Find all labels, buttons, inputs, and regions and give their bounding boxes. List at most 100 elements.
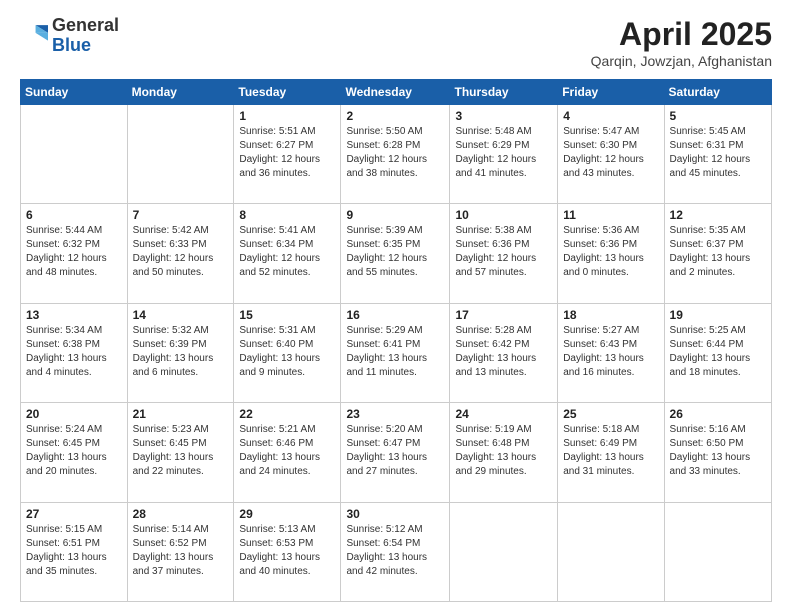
day-info: Sunrise: 5:35 AM Sunset: 6:37 PM Dayligh… xyxy=(670,224,766,280)
day-number: 27 xyxy=(26,507,122,521)
day-number: 30 xyxy=(346,507,444,521)
calendar-cell: 8 Sunrise: 5:41 AM Sunset: 6:34 PM Daylig… xyxy=(234,204,341,303)
calendar-cell: 3 Sunrise: 5:48 AM Sunset: 6:29 PM Daylig… xyxy=(450,105,558,204)
calendar-cell: 7 Sunrise: 5:42 AM Sunset: 6:33 PM Daylig… xyxy=(127,204,234,303)
day-info: Sunrise: 5:19 AM Sunset: 6:48 PM Dayligh… xyxy=(455,423,552,479)
page: General Blue April 2025 Qarqin, Jowzjan,… xyxy=(0,0,792,612)
calendar-cell xyxy=(21,105,128,204)
calendar-cell: 21 Sunrise: 5:23 AM Sunset: 6:45 PM Dayli… xyxy=(127,403,234,502)
day-info: Sunrise: 5:42 AM Sunset: 6:33 PM Dayligh… xyxy=(133,224,229,280)
day-info: Sunrise: 5:41 AM Sunset: 6:34 PM Dayligh… xyxy=(239,224,335,280)
day-info: Sunrise: 5:23 AM Sunset: 6:45 PM Dayligh… xyxy=(133,423,229,479)
day-info: Sunrise: 5:39 AM Sunset: 6:35 PM Dayligh… xyxy=(346,224,444,280)
day-info: Sunrise: 5:34 AM Sunset: 6:38 PM Dayligh… xyxy=(26,324,122,380)
calendar-cell: 12 Sunrise: 5:35 AM Sunset: 6:37 PM Dayli… xyxy=(664,204,771,303)
day-number: 2 xyxy=(346,109,444,123)
subtitle: Qarqin, Jowzjan, Afghanistan xyxy=(591,53,772,69)
day-number: 29 xyxy=(239,507,335,521)
day-info: Sunrise: 5:45 AM Sunset: 6:31 PM Dayligh… xyxy=(670,125,766,181)
calendar-cell: 19 Sunrise: 5:25 AM Sunset: 6:44 PM Dayli… xyxy=(664,303,771,402)
calendar-cell: 13 Sunrise: 5:34 AM Sunset: 6:38 PM Dayli… xyxy=(21,303,128,402)
day-info: Sunrise: 5:21 AM Sunset: 6:46 PM Dayligh… xyxy=(239,423,335,479)
day-number: 10 xyxy=(455,208,552,222)
calendar-week-row: 1 Sunrise: 5:51 AM Sunset: 6:27 PM Daylig… xyxy=(21,105,772,204)
day-info: Sunrise: 5:51 AM Sunset: 6:27 PM Dayligh… xyxy=(239,125,335,181)
day-number: 5 xyxy=(670,109,766,123)
day-info: Sunrise: 5:14 AM Sunset: 6:52 PM Dayligh… xyxy=(133,523,229,579)
day-number: 12 xyxy=(670,208,766,222)
calendar-cell: 20 Sunrise: 5:24 AM Sunset: 6:45 PM Dayli… xyxy=(21,403,128,502)
calendar-cell: 25 Sunrise: 5:18 AM Sunset: 6:49 PM Dayli… xyxy=(558,403,664,502)
day-number: 17 xyxy=(455,308,552,322)
day-info: Sunrise: 5:24 AM Sunset: 6:45 PM Dayligh… xyxy=(26,423,122,479)
calendar-cell xyxy=(558,502,664,601)
calendar-cell: 10Sunrise: 5:38 AM Sunset: 6:36 PM Dayli… xyxy=(450,204,558,303)
day-number: 22 xyxy=(239,407,335,421)
calendar-week-row: 6 Sunrise: 5:44 AM Sunset: 6:32 PM Daylig… xyxy=(21,204,772,303)
calendar-cell xyxy=(127,105,234,204)
calendar-table: SundayMondayTuesdayWednesdayThursdayFrid… xyxy=(20,79,772,602)
calendar-cell: 27 Sunrise: 5:15 AM Sunset: 6:51 PM Dayli… xyxy=(21,502,128,601)
day-info: Sunrise: 5:18 AM Sunset: 6:49 PM Dayligh… xyxy=(563,423,658,479)
day-number: 1 xyxy=(239,109,335,123)
calendar-cell: 16Sunrise: 5:29 AM Sunset: 6:41 PM Dayli… xyxy=(341,303,450,402)
day-info: Sunrise: 5:15 AM Sunset: 6:51 PM Dayligh… xyxy=(26,523,122,579)
calendar-week-row: 13 Sunrise: 5:34 AM Sunset: 6:38 PM Dayli… xyxy=(21,303,772,402)
day-number: 23 xyxy=(346,407,444,421)
calendar-header-friday: Friday xyxy=(558,80,664,105)
day-info: Sunrise: 5:32 AM Sunset: 6:39 PM Dayligh… xyxy=(133,324,229,380)
title-block: April 2025 Qarqin, Jowzjan, Afghanistan xyxy=(591,16,772,69)
day-number: 13 xyxy=(26,308,122,322)
calendar-cell: 26 Sunrise: 5:16 AM Sunset: 6:50 PM Dayli… xyxy=(664,403,771,502)
calendar-cell xyxy=(664,502,771,601)
calendar-week-row: 27 Sunrise: 5:15 AM Sunset: 6:51 PM Dayli… xyxy=(21,502,772,601)
calendar-header-sunday: Sunday xyxy=(21,80,128,105)
calendar-header-wednesday: Wednesday xyxy=(341,80,450,105)
day-info: Sunrise: 5:31 AM Sunset: 6:40 PM Dayligh… xyxy=(239,324,335,380)
header: General Blue April 2025 Qarqin, Jowzjan,… xyxy=(20,16,772,69)
logo: General Blue xyxy=(20,16,119,56)
day-number: 6 xyxy=(26,208,122,222)
calendar-header-saturday: Saturday xyxy=(664,80,771,105)
day-info: Sunrise: 5:44 AM Sunset: 6:32 PM Dayligh… xyxy=(26,224,122,280)
day-number: 19 xyxy=(670,308,766,322)
day-number: 20 xyxy=(26,407,122,421)
calendar-cell: 4 Sunrise: 5:47 AM Sunset: 6:30 PM Daylig… xyxy=(558,105,664,204)
day-number: 3 xyxy=(455,109,552,123)
calendar-cell: 22 Sunrise: 5:21 AM Sunset: 6:46 PM Dayli… xyxy=(234,403,341,502)
main-title: April 2025 xyxy=(591,16,772,53)
day-info: Sunrise: 5:20 AM Sunset: 6:47 PM Dayligh… xyxy=(346,423,444,479)
day-number: 25 xyxy=(563,407,658,421)
calendar-cell: 5 Sunrise: 5:45 AM Sunset: 6:31 PM Daylig… xyxy=(664,105,771,204)
day-number: 14 xyxy=(133,308,229,322)
day-info: Sunrise: 5:36 AM Sunset: 6:36 PM Dayligh… xyxy=(563,224,658,280)
day-number: 26 xyxy=(670,407,766,421)
calendar-cell: 28 Sunrise: 5:14 AM Sunset: 6:52 PM Dayli… xyxy=(127,502,234,601)
calendar-cell: 11 Sunrise: 5:36 AM Sunset: 6:36 PM Dayli… xyxy=(558,204,664,303)
logo-text: General Blue xyxy=(52,16,119,56)
day-number: 28 xyxy=(133,507,229,521)
day-number: 7 xyxy=(133,208,229,222)
day-info: Sunrise: 5:12 AM Sunset: 6:54 PM Dayligh… xyxy=(346,523,444,579)
calendar-cell: 30 Sunrise: 5:12 AM Sunset: 6:54 PM Dayli… xyxy=(341,502,450,601)
day-number: 24 xyxy=(455,407,552,421)
day-info: Sunrise: 5:25 AM Sunset: 6:44 PM Dayligh… xyxy=(670,324,766,380)
calendar-header-tuesday: Tuesday xyxy=(234,80,341,105)
day-number: 11 xyxy=(563,208,658,222)
day-number: 4 xyxy=(563,109,658,123)
day-info: Sunrise: 5:47 AM Sunset: 6:30 PM Dayligh… xyxy=(563,125,658,181)
day-number: 21 xyxy=(133,407,229,421)
calendar-cell: 6 Sunrise: 5:44 AM Sunset: 6:32 PM Daylig… xyxy=(21,204,128,303)
calendar-cell: 17Sunrise: 5:28 AM Sunset: 6:42 PM Dayli… xyxy=(450,303,558,402)
day-number: 8 xyxy=(239,208,335,222)
calendar-week-row: 20 Sunrise: 5:24 AM Sunset: 6:45 PM Dayli… xyxy=(21,403,772,502)
day-info: Sunrise: 5:16 AM Sunset: 6:50 PM Dayligh… xyxy=(670,423,766,479)
calendar-header-row: SundayMondayTuesdayWednesdayThursdayFrid… xyxy=(21,80,772,105)
logo-icon xyxy=(20,22,48,50)
calendar-header-thursday: Thursday xyxy=(450,80,558,105)
calendar-cell: 9 Sunrise: 5:39 AM Sunset: 6:35 PM Daylig… xyxy=(341,204,450,303)
day-info: Sunrise: 5:48 AM Sunset: 6:29 PM Dayligh… xyxy=(455,125,552,181)
day-number: 15 xyxy=(239,308,335,322)
day-info: Sunrise: 5:50 AM Sunset: 6:28 PM Dayligh… xyxy=(346,125,444,181)
day-number: 9 xyxy=(346,208,444,222)
